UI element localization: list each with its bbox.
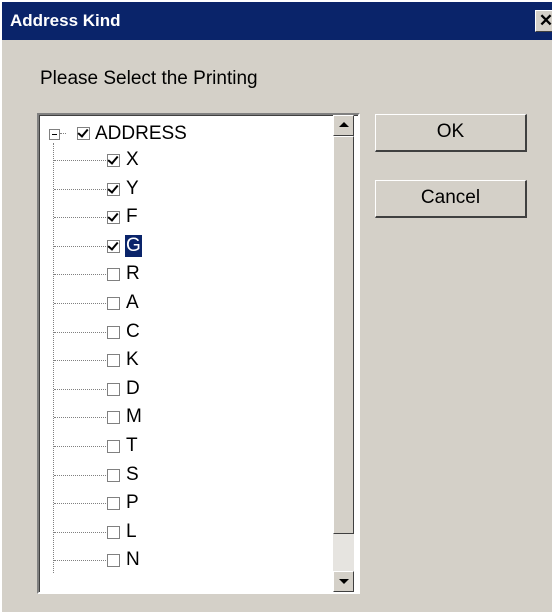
tree-connector	[54, 503, 106, 504]
tree-item-label[interactable]: C	[125, 321, 141, 343]
close-icon: ✕	[538, 11, 552, 30]
tree-item[interactable]: R	[39, 262, 329, 288]
tree-item-checkbox[interactable]	[107, 440, 120, 453]
arrow-down-icon	[339, 579, 349, 584]
tree-item-checkbox[interactable]	[107, 297, 120, 310]
tree-connector	[54, 332, 106, 333]
title-bar[interactable]: Address Kind	[2, 2, 552, 40]
checkmark-icon	[107, 153, 119, 165]
checkmark-icon	[107, 239, 119, 251]
tree-item[interactable]: L	[39, 520, 329, 546]
tree-item-checkbox[interactable]	[107, 182, 120, 196]
tree-item-checkbox[interactable]	[107, 526, 120, 539]
tree-item-label[interactable]: F	[125, 206, 139, 228]
tree-item[interactable]: M	[39, 405, 329, 431]
checkmark-icon	[107, 210, 119, 222]
tree-item[interactable]: P	[39, 491, 329, 517]
tree-item-label[interactable]: X	[125, 149, 140, 171]
arrow-up-icon	[339, 122, 349, 127]
tree-item-checkbox[interactable]	[107, 239, 120, 253]
address-kind-dialog: Address Kind ✕ Please Select the Printin…	[0, 0, 552, 612]
tree-item[interactable]: S	[39, 463, 329, 489]
tree-item-label[interactable]: A	[125, 292, 140, 314]
tree-item-label[interactable]: L	[125, 521, 138, 543]
tree-item-checkbox[interactable]	[107, 354, 120, 367]
tree-item-label[interactable]: N	[125, 549, 141, 571]
tree-connector	[54, 246, 106, 247]
ok-button[interactable]: OK	[375, 114, 527, 152]
tree-item-checkbox[interactable]	[107, 326, 120, 339]
tree-connector	[54, 389, 106, 390]
tree-item-label[interactable]: G	[124, 234, 143, 258]
cancel-button[interactable]: Cancel	[375, 180, 527, 218]
tree-connector	[54, 303, 106, 304]
tree-item-label[interactable]: T	[125, 435, 139, 457]
root-checkbox[interactable]	[77, 126, 90, 140]
tree-item-label[interactable]: K	[125, 349, 140, 371]
tree-item-label[interactable]: D	[125, 378, 141, 400]
tree-item-checkbox[interactable]	[107, 383, 120, 396]
tree-item[interactable]: X	[39, 148, 329, 174]
tree-connector	[54, 189, 106, 190]
tree-item[interactable]: N	[39, 548, 329, 574]
tree-item[interactable]: C	[39, 320, 329, 346]
window-title: Address Kind	[10, 11, 121, 30]
checkmark-icon	[107, 182, 119, 194]
tree-connector	[54, 446, 106, 447]
tree-item-checkbox[interactable]	[107, 153, 120, 167]
tree-item-checkbox[interactable]	[107, 469, 120, 482]
tree-item-label[interactable]: P	[125, 492, 140, 514]
close-button[interactable]: ✕	[535, 10, 552, 32]
scroll-down-button[interactable]	[333, 571, 354, 592]
tree-connector	[54, 475, 106, 476]
tree-item[interactable]: A	[39, 291, 329, 317]
tree-connector	[54, 160, 106, 161]
collapse-icon[interactable]	[49, 129, 60, 140]
tree-item-label[interactable]: M	[125, 406, 143, 428]
tree-item[interactable]: D	[39, 377, 329, 403]
scroll-thumb[interactable]	[333, 136, 354, 534]
tree-item[interactable]: Y	[39, 177, 329, 203]
tree-item[interactable]: F	[39, 205, 329, 231]
prompt-label: Please Select the Printing	[40, 68, 258, 89]
vertical-scrollbar[interactable]	[333, 115, 354, 592]
tree-connector	[60, 133, 66, 134]
tree-item-label[interactable]: Y	[125, 178, 140, 200]
tree-item-checkbox[interactable]	[107, 268, 120, 281]
tree-root-item[interactable]: ADDRESS	[39, 123, 329, 145]
tree-item-checkbox[interactable]	[107, 554, 120, 567]
tree-connector	[54, 217, 106, 218]
tree-connector	[54, 274, 106, 275]
tree-connector	[54, 560, 106, 561]
tree-item-label[interactable]: R	[125, 263, 141, 285]
tree-connector	[54, 360, 106, 361]
root-label[interactable]: ADDRESS	[95, 123, 187, 145]
tree-item-checkbox[interactable]	[107, 210, 120, 224]
tree-connector	[54, 532, 106, 533]
tree-item-checkbox[interactable]	[107, 411, 120, 424]
scroll-up-button[interactable]	[333, 115, 354, 136]
tree-item[interactable]: G	[39, 234, 329, 260]
tree-item[interactable]: K	[39, 348, 329, 374]
tree-item-label[interactable]: S	[125, 464, 140, 486]
tree-connector	[54, 417, 106, 418]
address-tree[interactable]: ADDRESS XYFGRACKDMTSPLN	[37, 113, 360, 594]
checkmark-icon	[77, 126, 89, 138]
tree-item-checkbox[interactable]	[107, 497, 120, 510]
tree-item[interactable]: T	[39, 434, 329, 460]
